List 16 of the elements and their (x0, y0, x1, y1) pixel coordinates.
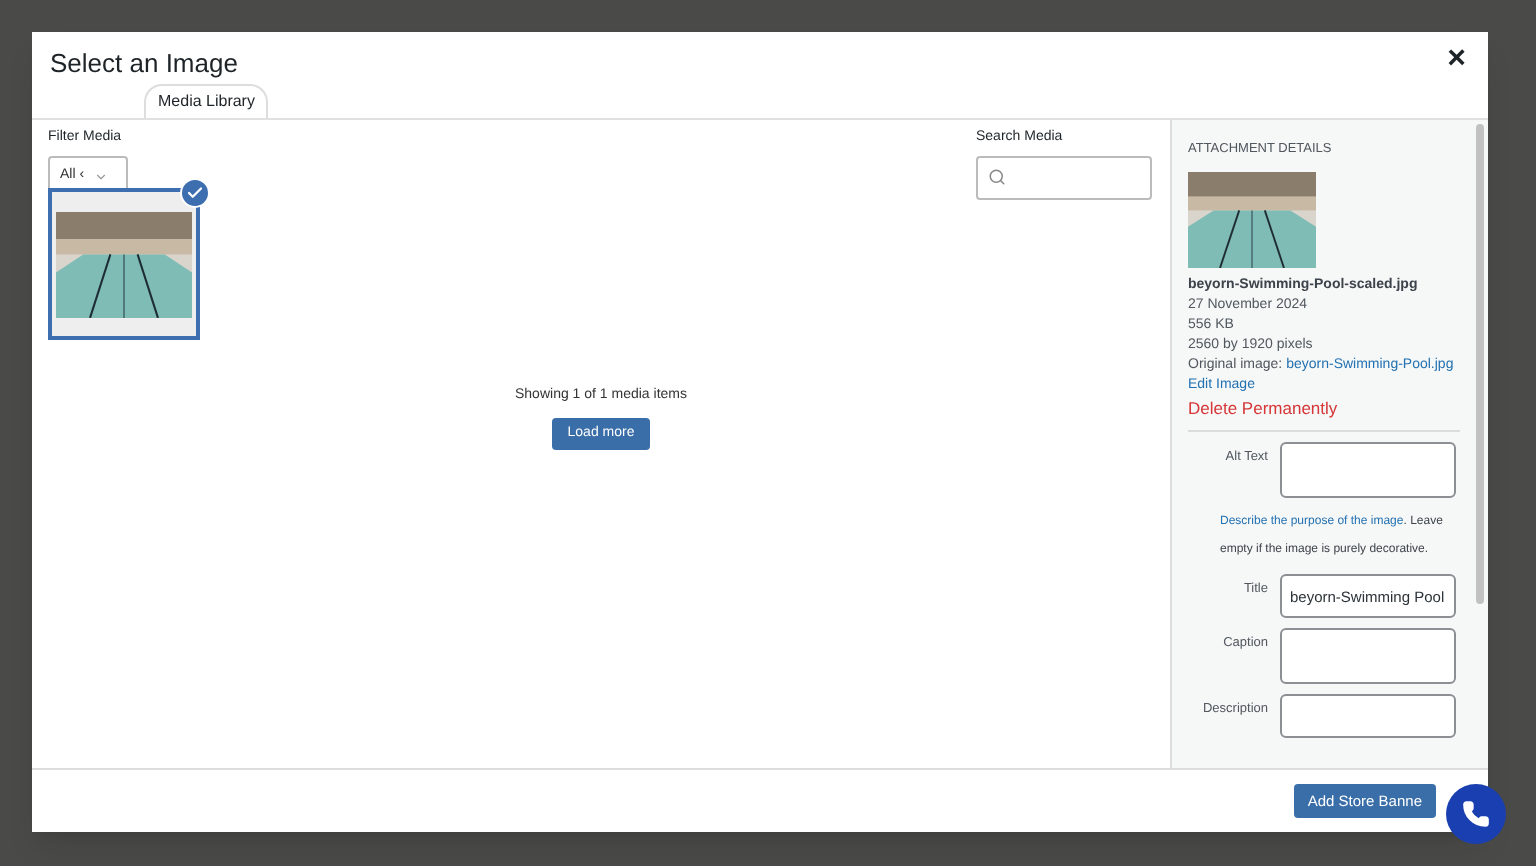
delete-link[interactable]: Delete Permanently (1188, 396, 1460, 420)
text-area[interactable] (1280, 442, 1456, 498)
text-input[interactable] (1280, 694, 1456, 738)
chevron-icon (94, 170, 109, 184)
media-library-tab[interactable]: Media Library (144, 84, 269, 118)
phone-button[interactable] (1446, 784, 1506, 844)
search-field[interactable] (976, 155, 1152, 199)
pool-photo (56, 211, 192, 317)
close-button[interactable]: × (1447, 44, 1466, 76)
attachment-photo (1188, 172, 1316, 268)
check-icon (180, 177, 210, 207)
scrollbar[interactable] (1476, 124, 1484, 604)
text-area[interactable] (1280, 628, 1456, 684)
search-icon (988, 168, 1006, 186)
phone-icon (1462, 800, 1490, 828)
dialog-title: Select an Image (50, 46, 238, 82)
